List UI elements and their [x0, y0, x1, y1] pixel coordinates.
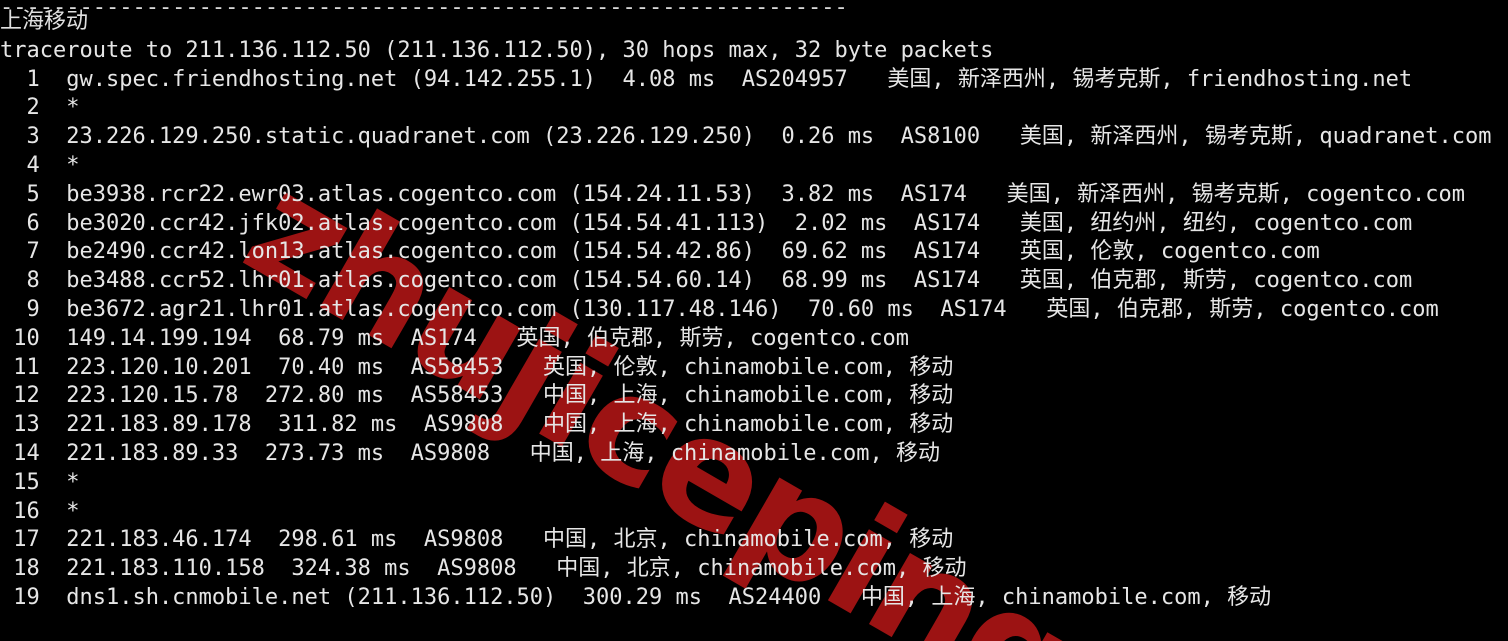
hop-row: 8 be3488.ccr52.lhr01.atlas.cogentco.com …: [0, 268, 1413, 294]
hop-row: 3 23.226.129.250.static.quadranet.com (2…: [0, 124, 1492, 150]
hop-row: 7 be2490.ccr42.lon13.atlas.cogentco.com …: [0, 239, 1320, 265]
hop-row: 10 149.14.199.194 68.79 ms AS174 英国, 伯克郡…: [0, 325, 909, 351]
hop-row: 12 223.120.15.78 272.80 ms AS58453 中国, 上…: [0, 383, 954, 409]
hop-row: 1 gw.spec.friendhosting.net (94.142.255.…: [0, 66, 1413, 92]
hop-row: 11 223.120.10.201 70.40 ms AS58453 英国, 伦…: [0, 354, 954, 380]
hop-row: 16 *: [0, 498, 80, 524]
hop-row: 18 221.183.110.158 324.38 ms AS9808 中国, …: [0, 556, 967, 582]
hop-row: 5 be3938.rcr22.ewr03.atlas.cogentco.com …: [0, 181, 1466, 207]
hop-row: 13 221.183.89.178 311.82 ms AS9808 中国, 上…: [0, 412, 954, 438]
hop-row: 17 221.183.46.174 298.61 ms AS9808 中国, 北…: [0, 527, 954, 553]
terminal-window: zhujiceping.com ------------------------…: [0, 0, 1508, 641]
hop-row: 9 be3672.agr21.lhr01.atlas.cogentco.com …: [0, 296, 1439, 322]
hop-row: 19 dns1.sh.cnmobile.net (211.136.112.50)…: [0, 584, 1272, 610]
hop-row: 4 *: [0, 152, 80, 178]
isp-title: 上海移动: [0, 9, 89, 34]
hop-row: 6 be3020.ccr42.jfk02.atlas.cogentco.com …: [0, 210, 1413, 236]
terminal-text-layer: ----------------------------------------…: [0, 0, 1508, 641]
hop-row: 2 *: [0, 95, 80, 121]
hop-row: 15 *: [0, 469, 80, 495]
traceroute-output: 上海移动 traceroute to 211.136.112.50 (211.1…: [0, 8, 1508, 613]
hop-row: 14 221.183.89.33 273.73 ms AS9808 中国, 上海…: [0, 440, 940, 466]
traceroute-command-header: traceroute to 211.136.112.50 (211.136.11…: [0, 37, 994, 63]
